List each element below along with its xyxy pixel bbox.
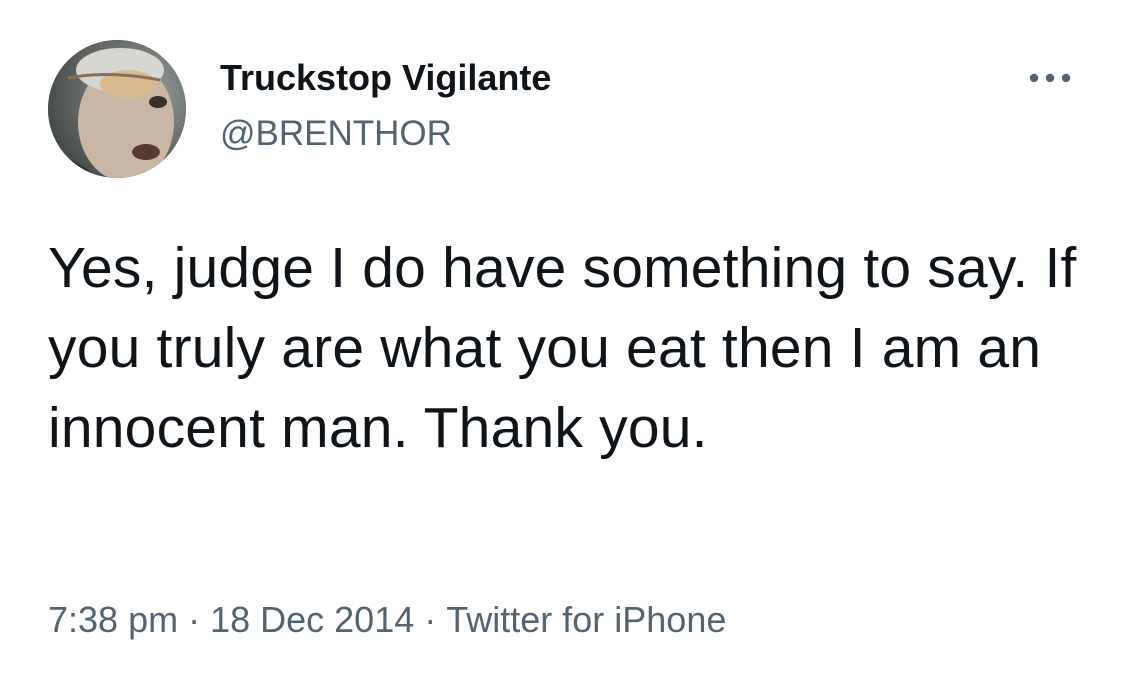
- meta-separator: ·: [424, 599, 437, 640]
- display-name[interactable]: Truckstop Vigilante: [220, 56, 551, 100]
- tweet-text: Yes, judge I do have something to say. I…: [48, 236, 1077, 460]
- more-options-icon: [1029, 73, 1071, 83]
- tweet-card: Truckstop Vigilante @BRENTHOR Yes, judge…: [0, 0, 1125, 686]
- tweet-date[interactable]: 18 Dec 2014: [210, 599, 414, 640]
- tweet-time[interactable]: 7:38 pm: [48, 599, 178, 640]
- tweet-metadata: 7:38 pm · 18 Dec 2014 · Twitter for iPhone: [48, 596, 726, 644]
- avatar[interactable]: [48, 40, 186, 178]
- avatar-photo: [48, 40, 186, 178]
- meta-separator: ·: [188, 599, 201, 640]
- user-handle[interactable]: @BRENTHOR: [220, 112, 452, 156]
- more-options-button[interactable]: [1022, 60, 1078, 96]
- tweet-source[interactable]: Twitter for iPhone: [446, 599, 726, 640]
